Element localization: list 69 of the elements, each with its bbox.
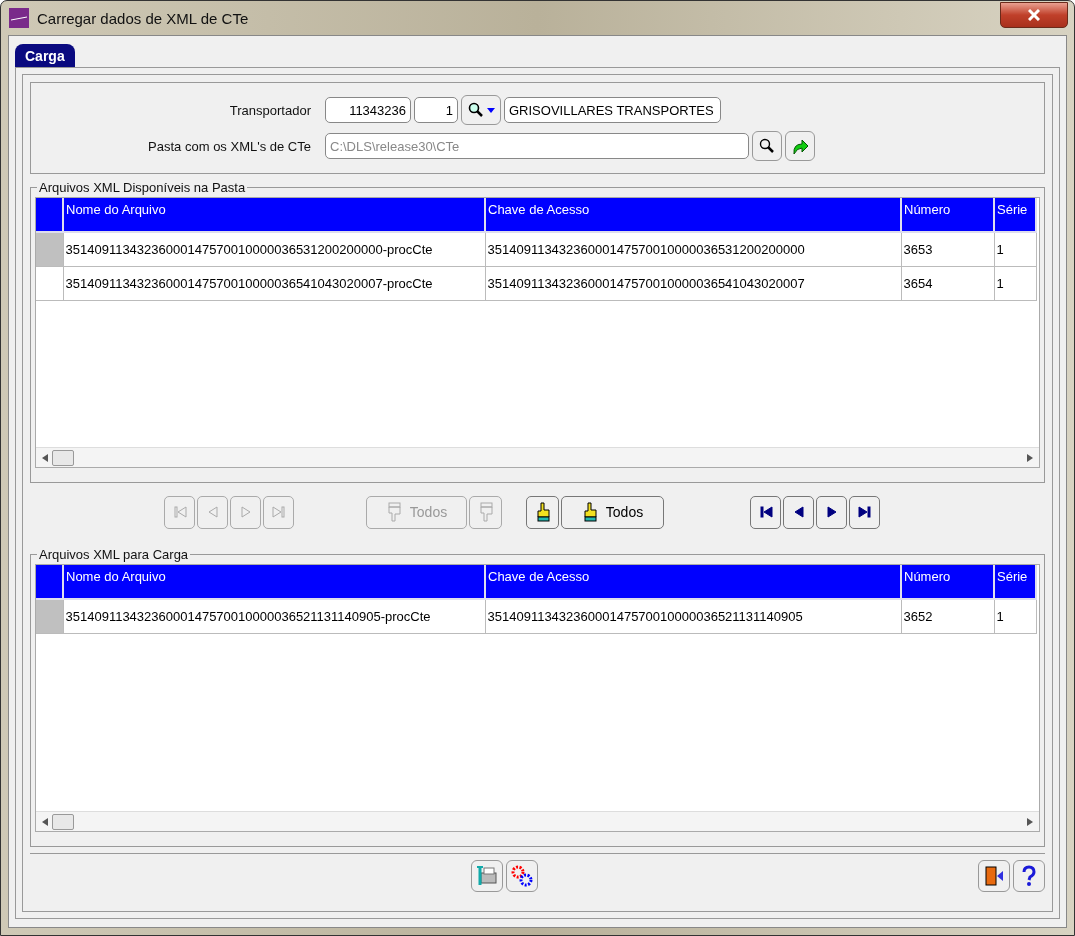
table-cell: 1 <box>994 266 1036 301</box>
horizontal-scrollbar[interactable] <box>36 811 1039 831</box>
close-button[interactable] <box>1000 2 1068 28</box>
dropdown-caret-icon <box>486 107 495 113</box>
group-title: Arquivos XML Disponíveis na Pasta <box>38 180 247 195</box>
printer-wrench-icon <box>475 865 498 887</box>
column-header[interactable]: Número <box>901 198 994 232</box>
scroll-left-icon[interactable] <box>42 453 48 462</box>
search-icon <box>759 138 775 154</box>
horizontal-scrollbar[interactable] <box>36 447 1039 467</box>
scroll-right-icon[interactable] <box>1027 817 1033 826</box>
skip-right-icon <box>857 505 872 519</box>
skip-left-icon <box>172 505 187 519</box>
field-label: Transportador <box>228 102 311 118</box>
scroll-left-icon[interactable] <box>42 817 48 826</box>
triangle-right-icon <box>238 505 253 519</box>
scroll-right-icon[interactable] <box>1027 453 1033 462</box>
gears-icon <box>509 864 534 888</box>
table-cell: 35140911343236000147570010000036531200200000 <box>485 232 901 267</box>
move-button[interactable] <box>526 495 559 529</box>
branch-field[interactable]: 1 <box>414 97 458 123</box>
corner-header <box>36 198 63 232</box>
toolbar-button[interactable] <box>505 860 538 892</box>
column-header[interactable]: Número <box>901 565 994 599</box>
toolbar-button[interactable] <box>470 860 503 892</box>
navigation-button[interactable] <box>816 495 847 529</box>
skip-right-icon <box>271 505 286 519</box>
column-header[interactable]: Nome do Arquivo <box>63 198 485 232</box>
browse-button[interactable] <box>752 131 782 161</box>
skip-left-icon <box>758 505 773 519</box>
column-header[interactable]: Chave de Acesso <box>485 565 901 599</box>
navigation-button[interactable] <box>750 495 781 529</box>
curved-arrow-icon <box>791 137 809 155</box>
column-header[interactable]: Nome do Arquivo <box>63 565 485 599</box>
table-cell: 1 <box>994 232 1036 267</box>
column-header[interactable]: Série <box>994 198 1036 232</box>
triangle-right-icon <box>824 505 839 519</box>
door-exit-icon <box>983 865 1005 887</box>
toolbar-button[interactable] <box>978 860 1010 892</box>
group-title: Arquivos XML para Carga <box>38 547 190 562</box>
corner-header <box>36 565 63 599</box>
scroll-thumb[interactable] <box>52 450 74 466</box>
table-cell: 3653 <box>901 232 994 267</box>
field-label: Pasta com os XML's de CTe <box>147 138 311 154</box>
close-icon <box>1028 9 1040 21</box>
table-cell: 35140911343236000147570010000036541043020007-procCte <box>63 266 485 301</box>
table-cell: 1 <box>994 599 1036 634</box>
column-header[interactable]: Chave de Acesso <box>485 198 901 232</box>
tab[interactable]: Carga <box>15 44 75 67</box>
table-cell: 35140911343236000147570010000036521131140905 <box>485 599 901 634</box>
table-cell: 35140911343236000147570010000036541043020007 <box>485 266 901 301</box>
navigation-button[interactable] <box>783 495 814 529</box>
search-icon <box>467 102 484 118</box>
lookup-button[interactable] <box>461 95 501 125</box>
navigation-button[interactable] <box>849 495 880 529</box>
column-header[interactable]: Série <box>994 565 1036 599</box>
carrier-name-field[interactable]: GRISOVILLARES TRANSPORTES <box>504 97 721 123</box>
carrier-code-field[interactable]: 11343236 <box>325 97 411 123</box>
toolbar-button[interactable] <box>1013 860 1045 892</box>
refresh-button[interactable] <box>785 131 815 161</box>
help-icon <box>1020 865 1038 887</box>
all-button[interactable]: Todos <box>561 495 664 529</box>
table-cell: 35140911343236000147570010000036521131140905-procCte <box>63 599 485 634</box>
scroll-thumb[interactable] <box>52 814 74 830</box>
table-cell: 35140911343236000147570010000036531200200000-procCte <box>63 232 485 267</box>
table-cell: 3652 <box>901 599 994 634</box>
table-cell: 3654 <box>901 266 994 301</box>
window-title: Carregar dados de XML de CTe <box>37 9 250 27</box>
app-icon <box>9 8 29 28</box>
